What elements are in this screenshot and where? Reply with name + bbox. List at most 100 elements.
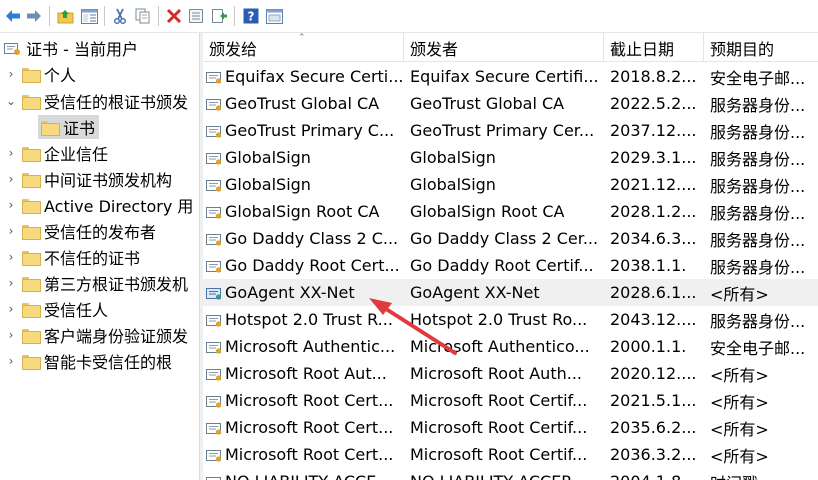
table-cell: 2036.3.2... [610,441,704,468]
back-arrow-icon[interactable] [4,7,22,25]
copy-icon[interactable] [134,7,152,25]
table-cell: GlobalSign [206,171,405,198]
tree-item-trusted-people[interactable]: › 受信任人 [4,296,108,322]
column-header-purpose[interactable]: 预期目的 [704,33,818,62]
tree-item-personal[interactable]: › 个人 [4,61,76,87]
chevron-right-icon[interactable]: › [4,146,18,160]
table-row[interactable]: Microsoft Root Cert... Microsoft Root Cer… [203,414,818,441]
up-folder-icon[interactable] [56,7,74,25]
table-row[interactable]: GlobalSign GlobalSign 2021.12.... 服务器身份... [203,171,818,198]
cell-text: NO LIABILITY ACCEP... [410,472,584,480]
cell-text: <所有> [710,419,769,439]
cell-text: GeoTrust Primary Cer... [410,121,595,140]
list-header: ⌃ 颁发给 颁发者 截止日期 预期目的 [203,33,818,62]
tree-item-label: 受信任的发布者 [44,223,157,242]
certificate-icon [206,259,222,273]
chevron-right-icon[interactable]: › [4,198,18,212]
cell-text: Hotspot 2.0 Trust Ro... [410,310,588,329]
tree-item-label: 客户端身份验证颁发 [44,327,189,346]
table-row[interactable]: GeoTrust Global CA GeoTrust Global CA 2022… [203,90,818,117]
chevron-right-icon[interactable]: › [4,276,18,290]
table-row[interactable]: GeoTrust Primary C... GeoTrust Primary Ce… [203,117,818,144]
tree-pane: 证书 - 当前用户 › 个人 ⌄ 受信任的根证书颁发 证书 › 企业信任 › 中… [0,33,199,480]
table-cell: Hotspot 2.0 Trust Ro... [410,306,600,333]
cell-text: Microsoft Root Auth... [410,364,582,383]
table-row[interactable]: Hotspot 2.0 Trust R... Hotspot 2.0 Trust … [203,306,818,333]
table-row[interactable]: Microsoft Authentic... Microsoft Authenti… [203,333,818,360]
table-row[interactable]: Microsoft Root Cert... Microsoft Root Cer… [203,387,818,414]
cell-text: Go Daddy Root Certif... [410,256,594,275]
help-icon[interactable]: ? [242,7,260,25]
table-row[interactable]: Microsoft Root Aut... Microsoft Root Auth… [203,360,818,387]
cut-icon[interactable] [111,7,129,25]
tree-root[interactable]: 证书 - 当前用户 [4,35,138,61]
show-hide-tree-icon[interactable] [80,7,98,25]
tree-item-client-auth[interactable]: › 客户端身份验证颁发 [4,322,188,348]
chevron-down-icon[interactable]: ⌄ [4,94,18,108]
table-cell: Go Daddy Class 2 Cer... [410,225,600,252]
chevron-right-icon[interactable]: › [4,328,18,342]
properties-icon[interactable] [187,7,205,25]
cell-text: 2028.1.2... [610,202,697,221]
cell-text: 2021.12.... [610,175,697,194]
table-row[interactable]: GoAgent XX-Net GoAgent XX-Net 2028.6.1... <… [203,279,818,306]
table-cell: 服务器身份... [710,252,818,279]
tree-item-certificates-selected[interactable]: 证书 [38,114,100,140]
chevron-right-icon[interactable]: › [4,354,18,368]
table-row[interactable]: GlobalSign Root CA GlobalSign Root CA 2028… [203,198,818,225]
cell-text: <所有> [710,392,769,412]
tree-item-enterprise-trust[interactable]: › 企业信任 [4,140,108,166]
tree-item-label: 证书 [63,119,96,138]
tree-item-label: 个人 [44,66,77,85]
table-cell: GlobalSign [410,144,600,171]
certificate-icon [206,124,222,138]
tree-item-intermediate-ca[interactable]: › 中间证书颁发机构 [4,166,172,192]
table-row[interactable]: Microsoft Root Cert... Microsoft Root Cer… [203,441,818,468]
tree-item-active-directory[interactable]: › Active Directory 用 [4,192,194,218]
table-row[interactable]: Go Daddy Class 2 C... Go Daddy Class 2 Ce… [203,225,818,252]
table-cell: 2004.1.8. [610,468,704,480]
forward-arrow-icon[interactable] [25,7,43,25]
table-cell: <所有> [710,414,818,441]
table-row[interactable]: Go Daddy Root Cert... Go Daddy Root Certi… [203,252,818,279]
table-cell: <所有> [710,279,818,306]
chevron-right-icon[interactable]: › [4,250,18,264]
sort-ascending-icon: ⌃ [298,33,306,43]
export-icon[interactable] [210,7,228,25]
table-cell: GoAgent XX-Net [206,279,405,306]
folder-icon [22,328,41,344]
table-row[interactable]: GlobalSign GlobalSign 2029.3.1... 服务器身份... [203,144,818,171]
tree-item-trusted-root[interactable]: ⌄ 受信任的根证书颁发 [4,88,188,114]
cell-text: 2000.1.1. [610,337,687,356]
tree-item-untrusted[interactable]: › 不信任的证书 [4,244,140,270]
tree-item-smart-card-root[interactable]: › 智能卡受信任的根 [4,348,172,374]
table-cell: GeoTrust Primary Cer... [410,117,600,144]
chevron-right-icon[interactable]: › [4,172,18,186]
table-row[interactable]: NO LIABILITY ACCE... NO LIABILITY ACCEP..… [203,468,818,480]
tree-item-trusted-publishers[interactable]: › 受信任的发布者 [4,218,156,244]
tree-item-third-party-root[interactable]: › 第三方根证书颁发机 [4,270,188,296]
cell-text: 服务器身份... [710,176,806,196]
table-cell: Microsoft Root Certif... [410,441,600,468]
folder-icon [22,224,41,240]
table-cell: 服务器身份... [710,171,818,198]
cell-text: 2036.3.2... [610,445,697,464]
column-header-expiration[interactable]: 截止日期 [604,33,704,62]
delete-icon[interactable] [165,7,183,25]
cell-text: Go Daddy Root Cert... [225,256,400,275]
view-icon[interactable] [265,7,283,25]
cell-text: 服务器身份... [710,311,806,331]
table-row[interactable]: Equifax Secure Certi... Equifax Secure Ce… [203,63,818,90]
cell-text: Hotspot 2.0 Trust R... [225,310,393,329]
column-header-issued-by[interactable]: 颁发者 [404,33,604,62]
table-cell: 服务器身份... [710,144,818,171]
cell-text: 服务器身份... [710,203,806,223]
table-cell: Microsoft Root Certif... [410,387,600,414]
table-cell: GlobalSign [410,171,600,198]
chevron-right-icon[interactable]: › [4,67,18,81]
column-header-issued-to[interactable]: ⌃ 颁发给 [203,33,404,62]
chevron-right-icon[interactable]: › [4,224,18,238]
certificate-icon [206,367,222,381]
toolbar-separator [158,6,159,26]
chevron-right-icon[interactable]: › [4,302,18,316]
